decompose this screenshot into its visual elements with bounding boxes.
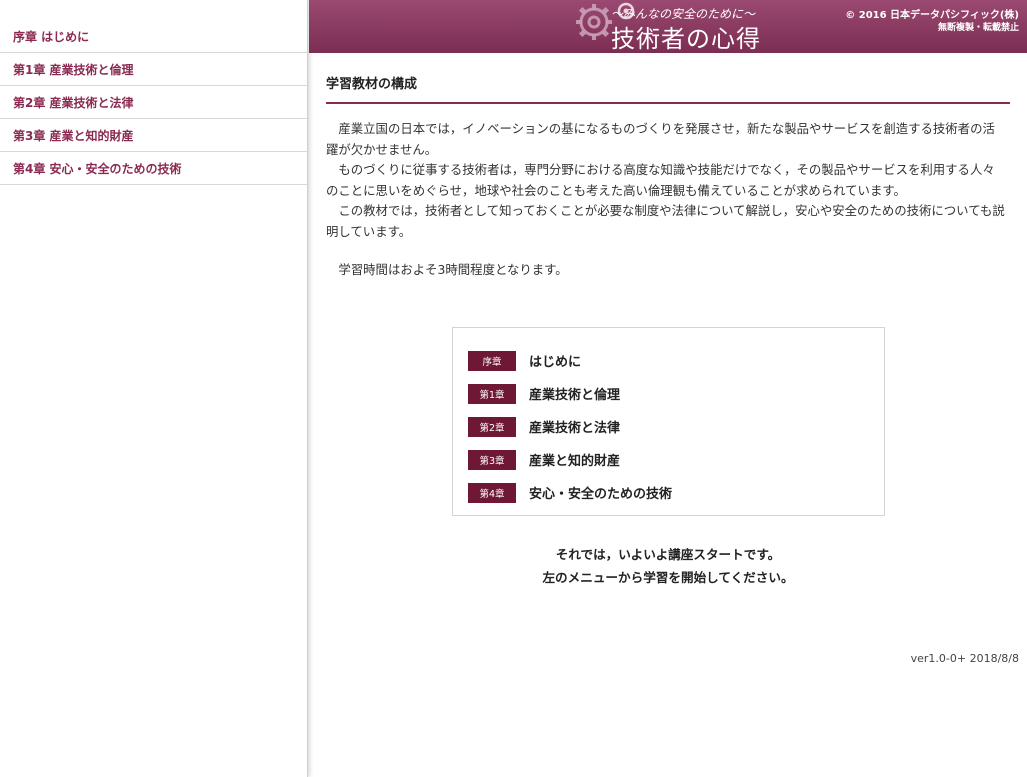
header-banner: 〜みんなの安全のために〜 技術者の心得 © 2016 日本データパシフィック(株… — [309, 0, 1027, 53]
chapter-badge: 第1章 — [468, 383, 516, 404]
intro-text: 産業立国の日本では，イノベーションの基になるものづくりを発展させ，新たな製品やサ… — [326, 119, 1006, 242]
toc-item-intro[interactable]: 序章 はじめに — [468, 344, 884, 377]
toc-item-chapter3[interactable]: 第3章 産業と知的財産 — [468, 443, 884, 476]
toc-label: 安心・安全のための技術 — [529, 487, 673, 502]
closing-message: それでは，いよいよ講座スタートです。 左のメニューから学習を開始してください。 — [309, 543, 1027, 589]
intro-paragraph: この教材では，技術者として知っておくことが必要な制度や法律について解説し，安心や… — [326, 203, 1005, 239]
sidebar-list: 序章 はじめに 第1章 産業技術と倫理 第2章 産業技術と法律 第3章 産業と知… — [0, 20, 307, 185]
toc-item-chapter1[interactable]: 第1章 産業技術と倫理 — [468, 377, 884, 410]
table-of-contents: 序章 はじめに 第1章 産業技術と倫理 第2章 産業技術と法律 第3章 産業と知… — [452, 327, 885, 516]
sidebar-item-label: 第3章 産業と知的財産 — [13, 128, 134, 143]
page-title: 学習教材の構成 — [326, 73, 1010, 104]
intro-paragraph: ものづくりに従事する技術者は，専門分野における高度な知識や技能だけでなく，その製… — [326, 162, 995, 198]
toc-item-chapter2[interactable]: 第2章 産業技術と法律 — [468, 410, 884, 443]
sidebar-item-label: 第1章 産業技術と倫理 — [13, 62, 134, 77]
sidebar-item-label: 第4章 安心・安全のための技術 — [13, 161, 182, 176]
toc-label: 産業技術と倫理 — [529, 388, 621, 403]
chapter-badge: 序章 — [468, 350, 516, 371]
toc-label: はじめに — [529, 355, 582, 370]
sidebar-item-label: 序章 はじめに — [13, 29, 90, 44]
sidebar-item-label: 第2章 産業技術と法律 — [13, 95, 134, 110]
toc-item-chapter4[interactable]: 第4章 安心・安全のための技術 — [468, 476, 884, 509]
sidebar-item-chapter2[interactable]: 第2章 産業技術と法律 — [0, 86, 307, 119]
intro-paragraph: 産業立国の日本では，イノベーションの基になるものづくりを発展させ，新たな製品やサ… — [326, 121, 995, 157]
sidebar-item-chapter1[interactable]: 第1章 産業技術と倫理 — [0, 53, 307, 86]
toc-label: 産業と知的財産 — [529, 454, 621, 469]
chapter-badge: 第3章 — [468, 449, 516, 470]
chapter-badge: 第4章 — [468, 482, 516, 503]
chapter-badge: 第2章 — [468, 416, 516, 437]
sidebar-item-chapter4[interactable]: 第4章 安心・安全のための技術 — [0, 152, 307, 185]
sidebar-item-chapter3[interactable]: 第3章 産業と知的財産 — [0, 119, 307, 152]
sidebar-item-intro[interactable]: 序章 はじめに — [0, 20, 307, 53]
closing-line: 左のメニューから学習を開始してください。 — [542, 570, 794, 585]
sidebar-menu: 序章 はじめに 第1章 産業技術と倫理 第2章 産業技術と法律 第3章 産業と知… — [0, 0, 308, 777]
main-content: 学習教材の構成 産業立国の日本では，イノベーションの基になるものづくりを発展させ… — [309, 53, 1027, 777]
copyright-block: © 2016 日本データパシフィック(株) 無断複製・転載禁止 — [845, 9, 1019, 35]
logo-title: 技術者の心得 — [611, 25, 761, 53]
closing-line: それでは，いよいよ講座スタートです。 — [555, 547, 781, 562]
copyright-text: © 2016 日本データパシフィック(株) — [845, 10, 1019, 21]
study-time-text: 学習時間はおよそ3時間程度となります。 — [338, 262, 568, 277]
toc-label: 産業技術と法律 — [529, 421, 621, 436]
course-logo: 〜みんなの安全のために〜 技術者の心得 — [567, 0, 767, 53]
copyright-note: 無断複製・転載禁止 — [937, 23, 1019, 33]
version-label: ver1.0-0+ 2018/8/8 — [910, 652, 1019, 665]
